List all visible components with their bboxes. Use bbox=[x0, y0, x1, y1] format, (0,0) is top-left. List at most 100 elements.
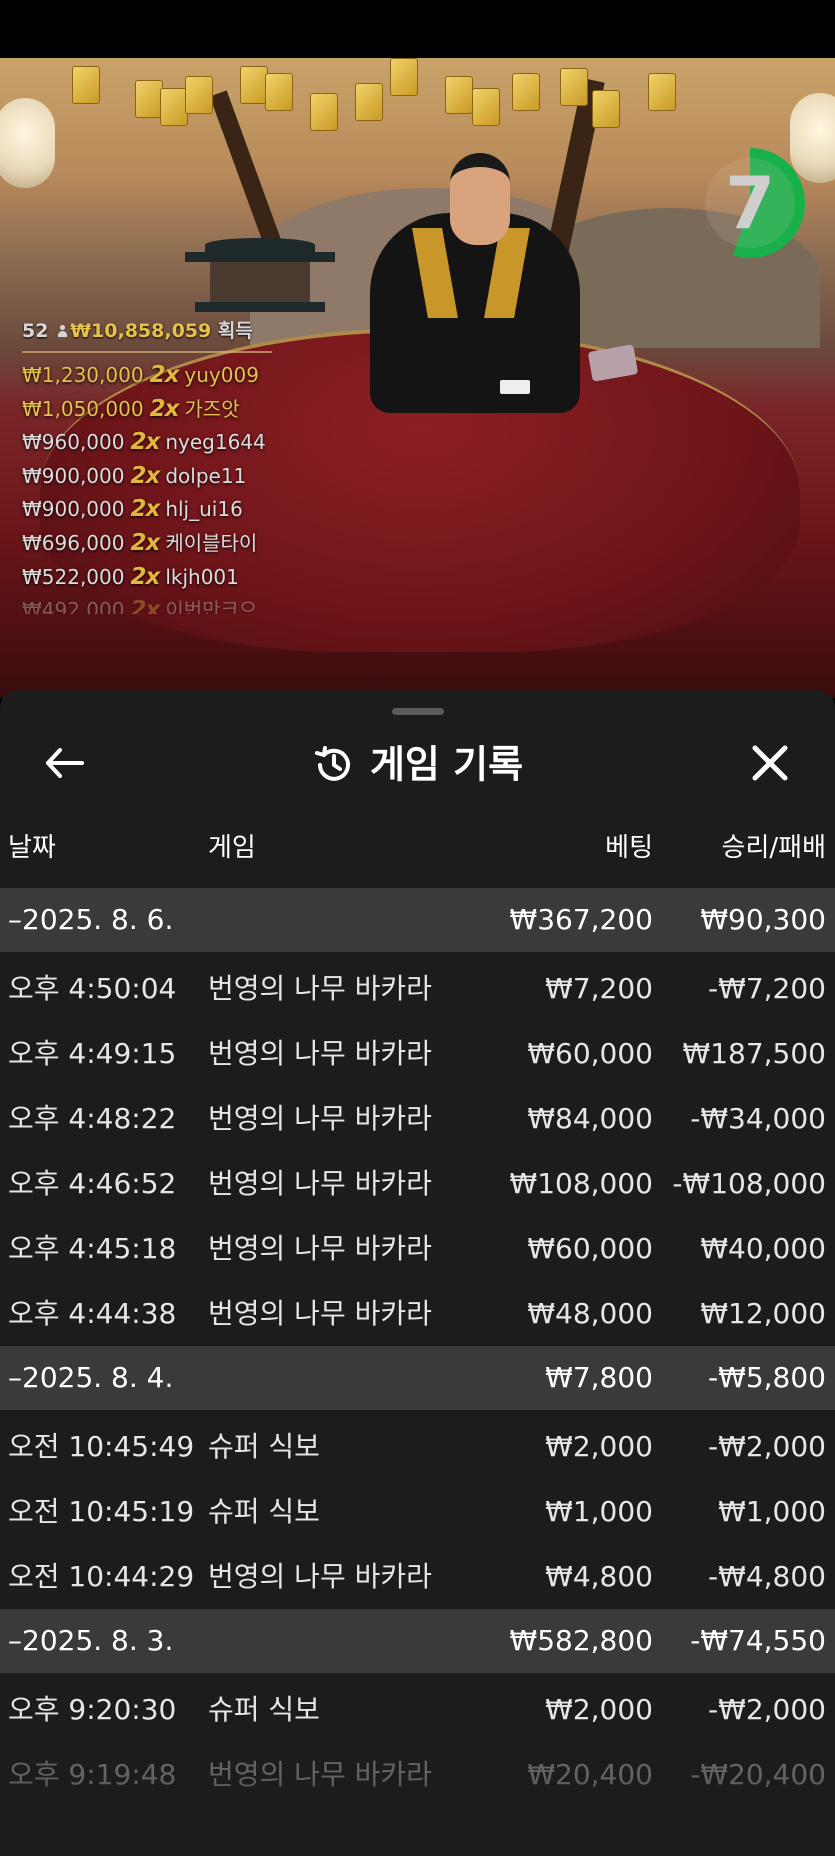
winner-name: nyeg1644 bbox=[165, 430, 266, 455]
date-group-row[interactable]: –2025. 8. 4. ₩7,800 -₩5,800 bbox=[0, 1346, 835, 1410]
winner-row: ₩492,000 2x 이번만크으 bbox=[22, 594, 382, 614]
winner-multiplier: 2x bbox=[130, 597, 160, 615]
history-row[interactable]: 오전 10:44:29 번영의 나무 바카라 ₩4,800 -₩4,800 bbox=[0, 1544, 835, 1609]
history-row[interactable]: 오후 4:48:22 번영의 나무 바카라 ₩84,000 -₩34,000 bbox=[0, 1086, 835, 1151]
row-result: -₩34,000 bbox=[690, 1102, 826, 1135]
gold-card-decoration bbox=[310, 93, 338, 131]
winners-suffix: 획득 bbox=[217, 320, 253, 342]
history-list: –2025. 8. 6. ₩367,200 ₩90,300 오후 4:50:04 번영의… bbox=[0, 888, 835, 1807]
winner-name: 케이블타이 bbox=[165, 530, 258, 555]
history-row[interactable]: 오후 4:46:52 번영의 나무 바카라 ₩108,000 -₩108,000 bbox=[0, 1151, 835, 1216]
winner-multiplier: 2x bbox=[130, 496, 160, 523]
winner-row: ₩1,230,000 2x yuy009 bbox=[22, 359, 382, 393]
row-result: ₩1,000 bbox=[718, 1495, 826, 1528]
winner-multiplier: 2x bbox=[130, 429, 160, 456]
row-time: 오후 9:20:30 bbox=[8, 1693, 177, 1726]
winner-row: ₩1,050,000 2x 가즈앗 bbox=[22, 393, 382, 427]
row-bet: ₩60,000 bbox=[527, 1232, 653, 1265]
winner-amount: ₩522,000 bbox=[22, 564, 125, 589]
history-row[interactable]: 오후 4:44:38 번영의 나무 바카라 ₩48,000 ₩12,000 bbox=[0, 1281, 835, 1346]
history-row[interactable]: 오후 4:49:15 번영의 나무 바카라 ₩60,000 ₩187,500 bbox=[0, 1021, 835, 1086]
winner-name: hlj_ui16 bbox=[165, 497, 243, 522]
gold-card-decoration bbox=[135, 80, 163, 118]
date-group-row[interactable]: –2025. 8. 3. ₩582,800 -₩74,550 bbox=[0, 1609, 835, 1673]
date-group-row[interactable]: –2025. 8. 6. ₩367,200 ₩90,300 bbox=[0, 888, 835, 952]
gold-card-decoration bbox=[390, 58, 418, 96]
history-row[interactable]: 오후 4:45:18 번영의 나무 바카라 ₩60,000 ₩40,000 bbox=[0, 1216, 835, 1281]
winners-summary: 52 ₩10,858,059 획득 bbox=[22, 316, 272, 353]
row-bet: ₩84,000 bbox=[527, 1102, 653, 1135]
row-result: ₩12,000 bbox=[700, 1297, 826, 1330]
winner-name: lkjh001 bbox=[165, 564, 239, 589]
gold-card-decoration bbox=[185, 76, 213, 114]
live-video: 7 52 ₩10,858,059 획득 ₩1,230,000 2x yuy009 ₩1… bbox=[0, 58, 835, 698]
row-time: 오전 10:45:49 bbox=[8, 1430, 195, 1463]
row-game: 번영의 나무 바카라 bbox=[208, 1037, 432, 1070]
gold-card-decoration bbox=[560, 68, 588, 106]
group-bet-total: ₩7,800 bbox=[545, 1361, 653, 1394]
gold-card-decoration bbox=[72, 66, 100, 104]
row-bet: ₩2,000 bbox=[545, 1693, 653, 1726]
winner-name: dolpe11 bbox=[165, 463, 247, 488]
scroll-fade bbox=[0, 1776, 835, 1856]
column-header-result[interactable]: 승리/패배 bbox=[722, 820, 826, 876]
gold-card-decoration bbox=[240, 66, 268, 104]
playing-cards bbox=[500, 380, 530, 394]
countdown-number: 7 bbox=[724, 161, 776, 245]
winners-count: 52 bbox=[22, 320, 49, 342]
history-row[interactable]: 오후 9:20:30 슈퍼 식보 ₩2,000 -₩2,000 bbox=[0, 1677, 835, 1742]
gold-card-decoration bbox=[265, 73, 293, 111]
winner-multiplier: 2x bbox=[130, 563, 160, 590]
row-game: 슈퍼 식보 bbox=[208, 1495, 320, 1528]
winner-row: ₩900,000 2x dolpe11 bbox=[22, 460, 382, 494]
winner-row: ₩960,000 2x nyeg1644 bbox=[22, 426, 382, 460]
group-result-total: ₩90,300 bbox=[700, 903, 826, 936]
row-result: -₩108,000 bbox=[672, 1167, 826, 1200]
group-bet-total: ₩582,800 bbox=[509, 1624, 653, 1657]
dealer-head bbox=[450, 153, 510, 245]
row-bet: ₩2,000 bbox=[545, 1430, 653, 1463]
winner-amount: ₩492,000 bbox=[22, 598, 125, 615]
winner-amount: ₩696,000 bbox=[22, 530, 125, 555]
lantern-left bbox=[0, 98, 55, 188]
winner-amount: ₩1,050,000 bbox=[22, 396, 144, 421]
column-header-bet[interactable]: 베팅 bbox=[605, 820, 653, 876]
history-row[interactable]: 오후 4:50:04 번영의 나무 바카라 ₩7,200 -₩7,200 bbox=[0, 956, 835, 1021]
gold-card-decoration bbox=[592, 90, 620, 128]
winner-row: ₩522,000 2x lkjh001 bbox=[22, 561, 382, 595]
group-bet-total: ₩367,200 bbox=[509, 903, 653, 936]
history-row[interactable]: 오전 10:45:19 슈퍼 식보 ₩1,000 ₩1,000 bbox=[0, 1479, 835, 1544]
row-game: 슈퍼 식보 bbox=[208, 1430, 320, 1463]
row-time: 오후 4:46:52 bbox=[8, 1167, 177, 1200]
row-result: -₩4,800 bbox=[708, 1560, 826, 1593]
close-icon bbox=[752, 745, 788, 781]
winner-name: yuy009 bbox=[184, 363, 259, 387]
winner-amount: ₩960,000 bbox=[22, 430, 125, 455]
row-result: -₩2,000 bbox=[708, 1430, 826, 1463]
table-header: 날짜 게임 베팅 승리/패배 bbox=[0, 820, 835, 876]
scenery-temple bbox=[185, 238, 335, 328]
row-bet: ₩60,000 bbox=[527, 1037, 653, 1070]
winner-name: 가즈앗 bbox=[184, 396, 240, 421]
betting-countdown-timer: 7 bbox=[695, 148, 805, 258]
row-bet: ₩48,000 bbox=[527, 1297, 653, 1330]
person-icon bbox=[57, 325, 68, 338]
winner-amount: ₩1,230,000 bbox=[22, 363, 144, 387]
row-game: 번영의 나무 바카라 bbox=[208, 972, 432, 1005]
history-row[interactable]: 오전 10:45:49 슈퍼 식보 ₩2,000 -₩2,000 bbox=[0, 1414, 835, 1479]
group-date: –2025. 8. 3. bbox=[8, 1624, 174, 1657]
row-time: 오후 4:50:04 bbox=[8, 972, 177, 1005]
winner-amount: ₩900,000 bbox=[22, 463, 125, 488]
row-bet: ₩7,200 bbox=[545, 972, 653, 1005]
column-header-date[interactable]: 날짜 bbox=[8, 820, 56, 876]
history-icon bbox=[314, 745, 350, 781]
column-header-game[interactable]: 게임 bbox=[208, 820, 256, 876]
lantern-right bbox=[790, 93, 835, 183]
row-time: 오전 10:44:29 bbox=[8, 1560, 195, 1593]
row-time: 오후 4:44:38 bbox=[8, 1297, 177, 1330]
winner-row: ₩900,000 2x hlj_ui16 bbox=[22, 493, 382, 527]
winner-name: 이번만크으 bbox=[165, 598, 258, 615]
winner-multiplier: 2x bbox=[149, 395, 180, 422]
drag-handle[interactable] bbox=[392, 708, 444, 715]
close-button[interactable] bbox=[745, 738, 795, 788]
